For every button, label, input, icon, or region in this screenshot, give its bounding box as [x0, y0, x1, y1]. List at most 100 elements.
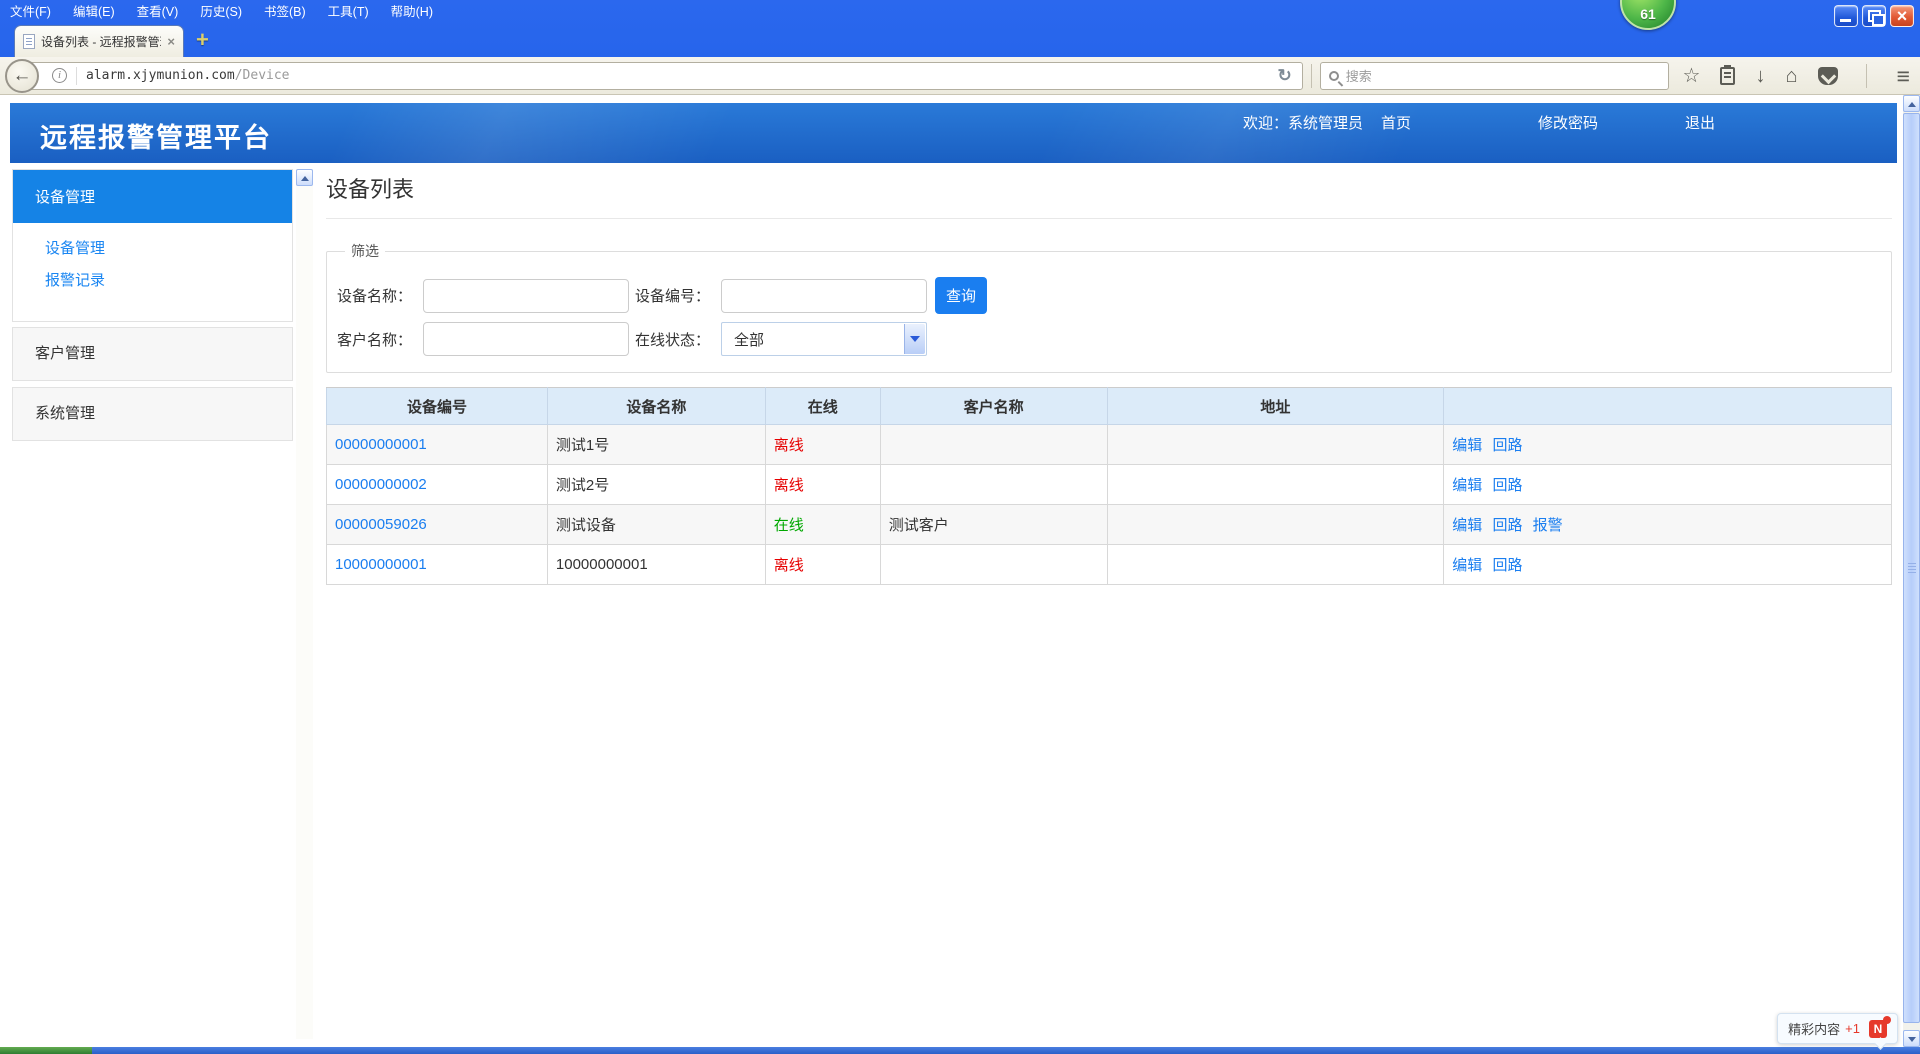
circuit-link[interactable]: 回路: [1492, 477, 1522, 494]
toolbar-separator: [1866, 64, 1867, 88]
alarm-link[interactable]: 报警: [1533, 517, 1563, 534]
device-name-label: 设备名称：: [337, 285, 423, 306]
search-placeholder: 搜索: [1346, 66, 1372, 85]
welcome-text: 欢迎：系统管理员: [1243, 112, 1363, 133]
table-header-row: 设备编号 设备名称 在线 客户名称 地址: [327, 388, 1892, 425]
menu-bookmarks[interactable]: 书签(B): [264, 1, 306, 20]
sidebar-group-system-management[interactable]: 系统管理: [12, 387, 293, 441]
menu-hamburger-icon[interactable]: ≡: [1897, 66, 1910, 86]
sidebar-item-device-management[interactable]: 设备管理: [45, 237, 292, 258]
menu-file[interactable]: 文件(F): [10, 1, 51, 20]
sidebar-panel-devices: 设备管理 设备管理 报警记录: [12, 169, 293, 322]
sidebar-scrollbar[interactable]: [296, 169, 313, 1039]
sidebar-scroll-up-icon[interactable]: [296, 169, 313, 186]
device-no-label: 设备编号：: [635, 285, 721, 306]
col-device-no: 设备编号: [327, 388, 548, 425]
circuit-link[interactable]: 回路: [1492, 557, 1522, 574]
minimize-button[interactable]: [1834, 5, 1858, 27]
menu-tools[interactable]: 工具(T): [328, 1, 369, 20]
dropdown-arrow-icon[interactable]: [904, 324, 925, 354]
online-status-value: 全部: [734, 329, 764, 350]
menu-help[interactable]: 帮助(H): [391, 1, 433, 20]
toolbar-icons: ☆ ↓ ⌂ ≡: [1683, 64, 1920, 88]
menu-view[interactable]: 查看(V): [137, 1, 179, 20]
status-badge: 离线: [774, 437, 804, 454]
nav-logout-link[interactable]: 退出: [1685, 112, 1715, 133]
circuit-link[interactable]: 回路: [1492, 437, 1522, 454]
filter-panel: 筛选 设备名称： 设备编号： 查询 客户名称： 在线状态： 全部: [326, 241, 1892, 373]
site-banner: 远程报警管理平台 欢迎：系统管理员 首页 修改密码 退出: [10, 103, 1897, 163]
status-badge: 离线: [774, 557, 804, 574]
address-cell: [1107, 465, 1444, 505]
page-title: 设备列表: [326, 172, 1892, 219]
sidebar-group-customer-management[interactable]: 客户管理: [12, 327, 293, 381]
bottom-edge-strip: [0, 1047, 1920, 1054]
menu-history[interactable]: 历史(S): [200, 1, 242, 20]
active-tab[interactable]: 设备列表 - 远程报警管理… ×: [14, 25, 184, 57]
bookmarks-panel-icon[interactable]: [1720, 67, 1735, 85]
restore-button[interactable]: [1862, 5, 1886, 27]
table-row: 10000000001 10000000001 离线 编辑 回路: [327, 545, 1892, 585]
address-cell: [1107, 425, 1444, 465]
sidebar-item-alarm-records[interactable]: 报警记录: [45, 269, 292, 290]
home-icon[interactable]: ⌂: [1785, 66, 1797, 86]
reload-icon[interactable]: ↻: [1278, 66, 1292, 86]
customer-name-label: 客户名称：: [337, 329, 423, 350]
device-name-input[interactable]: [423, 279, 629, 313]
navigation-toolbar: ← i alarm.xjymunion.com/Device ↻ 搜索 ☆ ↓ …: [0, 57, 1920, 95]
url-host: alarm.xjymunion.com: [86, 68, 235, 83]
toolbar-separator: [1311, 64, 1312, 88]
edit-link[interactable]: 编辑: [1452, 557, 1482, 574]
nav-home-link[interactable]: 首页: [1381, 112, 1411, 133]
device-id-link[interactable]: 10000000001: [335, 556, 427, 573]
nav-change-password-link[interactable]: 修改密码: [1538, 112, 1598, 133]
url-text: alarm.xjymunion.com/Device: [86, 68, 290, 83]
edit-link[interactable]: 编辑: [1452, 477, 1482, 494]
scrollbar-thumb[interactable]: [1903, 113, 1920, 1023]
scroll-up-icon[interactable]: [1903, 95, 1920, 112]
main-content: 设备列表 筛选 设备名称： 设备编号： 查询 客户名称： 在线状态：: [326, 172, 1892, 585]
query-button[interactable]: 查询: [935, 277, 987, 314]
online-status-label: 在线状态：: [635, 329, 721, 350]
col-actions: [1444, 388, 1892, 425]
filter-row-2: 客户名称： 在线状态： 全部: [337, 322, 1881, 356]
url-bar[interactable]: i alarm.xjymunion.com/Device ↻: [23, 62, 1303, 90]
new-tab-button[interactable]: +: [196, 30, 209, 50]
page-viewport: 远程报警管理平台 欢迎：系统管理员 首页 修改密码 退出 设备管理 设备管理 报…: [0, 95, 1903, 1047]
edit-link[interactable]: 编辑: [1452, 517, 1482, 534]
device-name-cell: 测试2号: [547, 465, 765, 505]
device-name-cell: 测试1号: [547, 425, 765, 465]
device-id-link[interactable]: 00000059026: [335, 516, 427, 533]
site-info-icon[interactable]: i: [52, 68, 67, 83]
devices-table: 设备编号 设备名称 在线 客户名称 地址 00000000001 测试1号 离线: [326, 387, 1892, 585]
address-cell: [1107, 545, 1444, 585]
downloads-icon[interactable]: ↓: [1755, 66, 1765, 86]
customer-cell: [880, 545, 1107, 585]
bookmark-star-icon[interactable]: ☆: [1683, 66, 1701, 86]
pocket-icon[interactable]: [1818, 67, 1838, 85]
back-button[interactable]: ←: [5, 59, 39, 93]
col-customer: 客户名称: [880, 388, 1107, 425]
news-badge-icon[interactable]: N: [1869, 1020, 1887, 1038]
circuit-link[interactable]: 回路: [1492, 517, 1522, 534]
menu-edit[interactable]: 编辑(E): [73, 1, 115, 20]
search-bar[interactable]: 搜索: [1320, 62, 1669, 90]
scroll-down-icon[interactable]: [1903, 1030, 1920, 1047]
window-controls: [1834, 5, 1914, 27]
device-id-link[interactable]: 00000000002: [335, 476, 427, 493]
customer-name-input[interactable]: [423, 322, 629, 356]
page-scrollbar[interactable]: [1903, 95, 1920, 1047]
taskbar-green-segment: [0, 1047, 92, 1054]
news-notification-bubble[interactable]: 精彩内容 +1 N: [1777, 1013, 1898, 1044]
close-button[interactable]: [1890, 5, 1914, 27]
site-title: 远程报警管理平台: [40, 116, 272, 155]
table-row: 00000059026 测试设备 在线 测试客户 编辑 回路 报警: [327, 505, 1892, 545]
sidebar-group-device-management[interactable]: 设备管理: [13, 170, 292, 223]
device-id-link[interactable]: 00000000001: [335, 436, 427, 453]
tab-close-icon[interactable]: ×: [167, 34, 175, 49]
edit-link[interactable]: 编辑: [1452, 437, 1482, 454]
browser-window: 文件(F) 编辑(E) 查看(V) 历史(S) 书签(B) 工具(T) 帮助(H…: [0, 0, 1920, 1054]
online-status-select[interactable]: 全部: [721, 322, 927, 356]
device-no-input[interactable]: [721, 279, 927, 313]
status-badge: 离线: [774, 477, 804, 494]
